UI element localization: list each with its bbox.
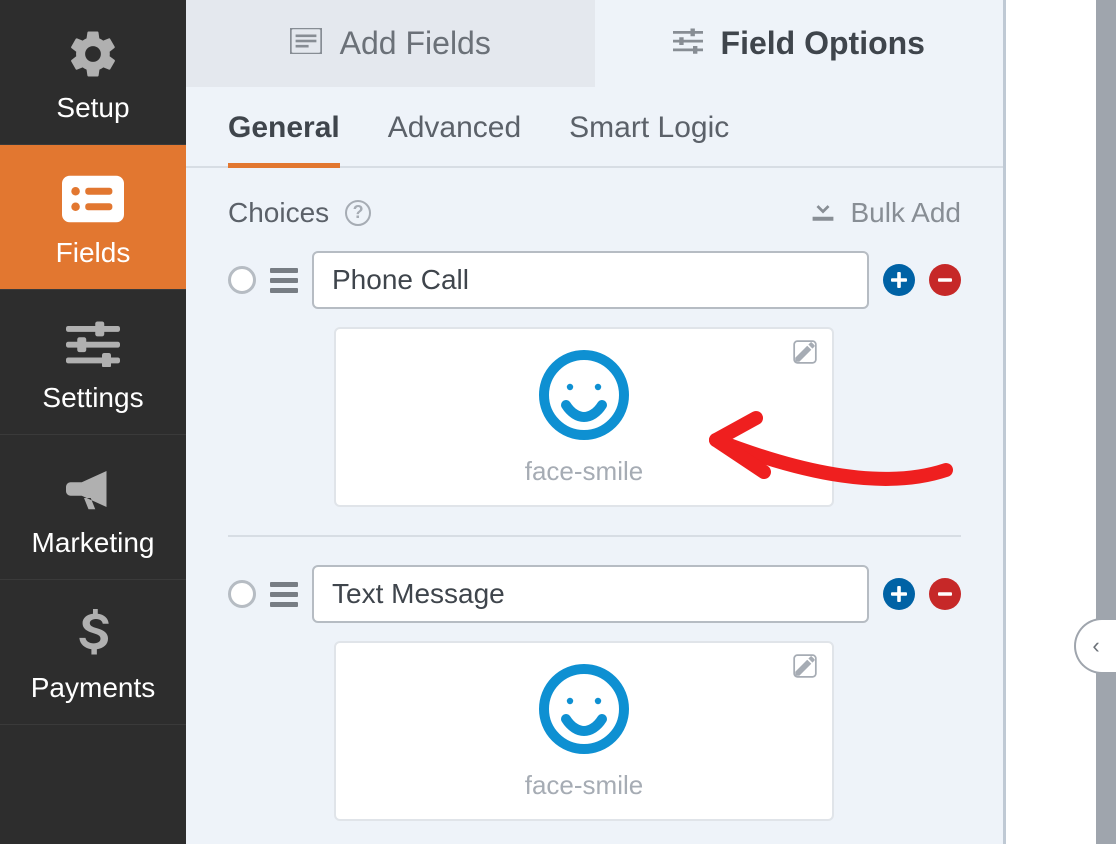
right-gutter: ‹	[1096, 0, 1116, 844]
edit-icon[interactable]	[792, 339, 818, 370]
choices-header: Choices ? Bulk Add	[228, 196, 961, 229]
choice-item: face-smile	[228, 565, 961, 844]
sidebar-item-payments[interactable]: Payments	[0, 580, 186, 725]
face-smile-icon	[536, 347, 632, 448]
section-title: Choices	[228, 197, 329, 229]
drag-handle-icon[interactable]	[270, 268, 298, 293]
sidebar-item-marketing[interactable]: Marketing	[0, 435, 186, 580]
choice-label-input[interactable]	[312, 251, 869, 309]
sliders-icon	[673, 25, 703, 62]
sidebar-item-fields[interactable]: Fields	[0, 145, 186, 290]
left-sidebar: Setup Fields Settings Marketing Payments	[0, 0, 186, 844]
panel-top-tabs: Add Fields Field Options	[186, 0, 1003, 87]
field-options-panel: Add Fields Field Options General Advance…	[186, 0, 1006, 844]
sidebar-item-label: Settings	[42, 382, 143, 414]
default-radio[interactable]	[228, 266, 256, 294]
add-choice-button[interactable]	[883, 264, 915, 296]
subtab-general[interactable]: General	[228, 111, 340, 168]
help-icon[interactable]: ?	[345, 200, 371, 226]
remove-choice-button[interactable]	[929, 578, 961, 610]
sidebar-item-label: Payments	[31, 672, 156, 704]
download-icon	[810, 196, 836, 229]
choice-image-card[interactable]: face-smile	[334, 641, 834, 821]
default-radio[interactable]	[228, 580, 256, 608]
choice-image-label: face-smile	[525, 456, 643, 487]
sidebar-item-settings[interactable]: Settings	[0, 290, 186, 435]
tab-label: Add Fields	[340, 25, 491, 62]
chevron-left-icon: ‹	[1092, 633, 1099, 659]
bulk-add-button[interactable]: Bulk Add	[810, 196, 961, 229]
drag-handle-icon[interactable]	[270, 582, 298, 607]
sidebar-item-label: Setup	[56, 92, 129, 124]
sidebar-item-label: Fields	[56, 237, 131, 269]
tab-field-options[interactable]: Field Options	[595, 0, 1004, 87]
sliders-icon	[66, 314, 120, 374]
megaphone-icon	[66, 459, 120, 519]
tab-add-fields[interactable]: Add Fields	[186, 0, 595, 87]
choice-label-input[interactable]	[312, 565, 869, 623]
options-content: Choices ? Bulk Add	[186, 168, 1003, 844]
gear-icon	[66, 24, 120, 84]
face-smile-icon	[536, 661, 632, 762]
sidebar-item-setup[interactable]: Setup	[0, 0, 186, 145]
choice-item: face-smile	[228, 251, 961, 537]
edit-icon[interactable]	[792, 653, 818, 684]
add-choice-button[interactable]	[883, 578, 915, 610]
fields-icon	[62, 169, 124, 229]
choice-image-card[interactable]: face-smile	[334, 327, 834, 507]
remove-choice-button[interactable]	[929, 264, 961, 296]
subtab-advanced[interactable]: Advanced	[388, 111, 521, 166]
bulk-add-label: Bulk Add	[850, 197, 961, 229]
subtab-smart-logic[interactable]: Smart Logic	[569, 111, 729, 166]
choice-image-label: face-smile	[525, 770, 643, 801]
sub-tabs: General Advanced Smart Logic	[186, 87, 1003, 168]
tab-label: Field Options	[721, 25, 925, 62]
dollar-icon	[76, 604, 110, 664]
form-icon	[290, 25, 322, 62]
sidebar-item-label: Marketing	[32, 527, 155, 559]
canvas-area	[1006, 0, 1096, 844]
